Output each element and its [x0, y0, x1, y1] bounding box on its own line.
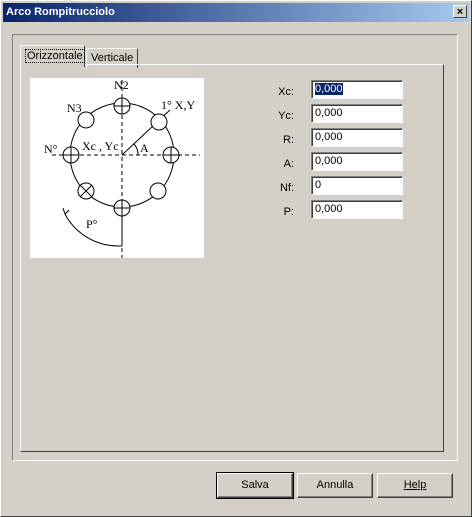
r-value: 0,000 [315, 131, 343, 143]
arc-diagram-svg: N2 N3 1° X,Y N° Xc , Yc A P° [44, 78, 200, 258]
angle-arc [133, 143, 139, 156]
pitch-arrow [62, 207, 70, 215]
label-nth: N° [44, 142, 58, 156]
yc-value: 0,000 [315, 107, 343, 119]
save-label: Salva [241, 479, 269, 491]
xc-field[interactable]: 0,000 [311, 80, 403, 99]
xc-label: Xc: [278, 86, 294, 98]
hole-nth [62, 146, 80, 164]
nf-value: 0 [315, 179, 322, 191]
r-field[interactable]: 0,000 [311, 128, 403, 147]
yc-label: Yc: [278, 110, 294, 122]
hole-n2 [113, 97, 131, 115]
close-button[interactable]: × [453, 5, 467, 18]
tab-verticale-label: Verticale [91, 52, 134, 64]
nf-label: Nf: [279, 182, 294, 194]
xc-value: 0,000 [315, 83, 343, 95]
hole-lower-left [77, 182, 95, 200]
label-n2: N2 [114, 78, 129, 92]
p-label: P: [283, 206, 294, 218]
arc-diagram: N2 N3 1° X,Y N° Xc , Yc A P° [30, 78, 204, 258]
hole-first [150, 113, 168, 131]
close-icon: × [456, 6, 464, 18]
p-value: 0,000 [315, 203, 343, 215]
a-value: 0,000 [315, 155, 343, 167]
cancel-label: Annulla [316, 479, 354, 491]
hole-right [162, 146, 180, 164]
yc-field[interactable]: 0,000 [311, 104, 403, 123]
label-n3: N3 [67, 101, 82, 115]
hole-lower-right [149, 182, 167, 200]
window-title: Arco Rompitrucciolo [6, 6, 115, 18]
title-bar: Arco Rompitrucciolo × [3, 3, 469, 22]
a-label: A: [283, 158, 294, 170]
a-field[interactable]: 0,000 [311, 152, 403, 171]
label-center: Xc , Yc [82, 139, 119, 153]
cancel-button[interactable]: Annulla [297, 473, 373, 498]
help-label: Help [403, 479, 427, 491]
nf-field[interactable]: 0 [311, 176, 403, 195]
label-first: 1° X,Y [161, 98, 195, 112]
p-field[interactable]: 0,000 [311, 200, 403, 219]
r-label: R: [283, 134, 294, 146]
tab-orizzontale-label: Orizzontale [25, 49, 85, 63]
hole-bottom [113, 199, 131, 217]
label-pitch: P° [86, 217, 98, 231]
label-angle: A [140, 141, 149, 155]
save-button[interactable]: Salva [216, 472, 294, 499]
help-button[interactable]: Help [377, 473, 453, 498]
tab-orizzontale[interactable]: Orizzontale [20, 45, 85, 67]
